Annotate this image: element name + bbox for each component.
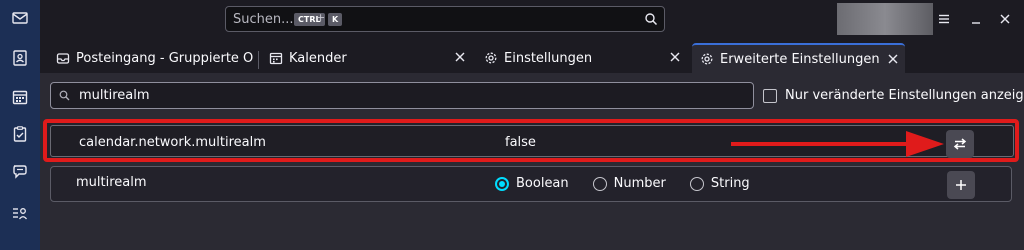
close-icon[interactable] (669, 51, 681, 63)
inbox-icon (56, 53, 70, 64)
plus-icon (956, 180, 966, 190)
mail-icon[interactable] (8, 6, 32, 30)
close-icon[interactable] (454, 51, 466, 63)
radio-button[interactable] (592, 176, 607, 191)
tasks-icon[interactable] (8, 122, 32, 146)
radio-string[interactable]: String (689, 176, 750, 191)
highlight-box: calendar.network.multirealm false (43, 119, 1019, 162)
gear-icon (701, 53, 713, 65)
annotation-arrow (731, 131, 944, 157)
tab-calendar[interactable]: Kalender (261, 43, 472, 73)
tab-label: Einstellungen (504, 50, 593, 66)
space-settings-icon[interactable] (8, 201, 32, 225)
close-window-icon[interactable] (997, 11, 1013, 27)
pref-search-value: multirealm (79, 88, 150, 103)
config-editor: multirealm Nur veränderte Einstellungen … (40, 73, 1024, 250)
minimize-icon[interactable] (968, 11, 984, 27)
close-icon[interactable] (887, 53, 899, 65)
tab-label: Erweiterte Einstellungen (720, 51, 880, 67)
tab-label: Posteingang - Gruppierte Ordner (76, 50, 254, 66)
address-book-icon[interactable] (8, 46, 32, 70)
gear-icon (485, 52, 497, 64)
modified-only-checkbox[interactable] (763, 89, 777, 103)
calendar-icon (269, 52, 283, 65)
global-search-input[interactable]: Suchen... CTRL + K (225, 6, 665, 32)
modified-only-label: Nur veränderte Einstellungen anzeigen (785, 88, 1024, 103)
title-bar: Suchen... CTRL + K (40, 0, 1024, 40)
radio-label: String (710, 176, 750, 191)
radio-number[interactable]: Number (592, 176, 666, 191)
radio-button[interactable] (689, 176, 704, 191)
tab-inbox[interactable]: Posteingang - Gruppierte Ordner (48, 43, 254, 73)
pref-type-radio-group: Boolean Number String (495, 176, 774, 191)
tab-separator (258, 51, 259, 69)
radio-label: Boolean (516, 176, 569, 191)
radio-label: Number (613, 176, 666, 191)
search-placeholder: Suchen... (233, 12, 294, 27)
add-pref-button[interactable] (947, 171, 975, 199)
tab-advanced-settings[interactable]: Erweiterte Einstellungen (692, 43, 905, 73)
tab-label: Kalender (289, 50, 347, 66)
spaces-toolbar (0, 0, 40, 250)
shortcut-plus: + (316, 11, 326, 24)
tab-bar: Posteingang - Gruppierte Ordner Kalender… (40, 40, 1024, 73)
pref-name: calendar.network.multirealm (79, 135, 266, 150)
new-pref-name: multirealm (76, 175, 147, 190)
toggle-arrows-icon (953, 138, 967, 150)
radio-boolean[interactable]: Boolean (495, 176, 569, 191)
pref-row-new: multirealm Boolean Number String (50, 166, 1012, 202)
tab-settings[interactable]: Einstellungen (476, 43, 687, 73)
avatar (837, 3, 933, 35)
shortcut-k-badge: K (328, 13, 343, 26)
pref-row-existing: calendar.network.multirealm false (50, 125, 1014, 158)
toggle-button[interactable] (946, 130, 974, 158)
menu-icon[interactable] (936, 11, 952, 27)
pref-value: false (505, 135, 536, 150)
chat-icon[interactable] (8, 159, 32, 183)
pref-search-input[interactable]: multirealm (50, 82, 754, 109)
calendar-icon[interactable] (8, 85, 32, 109)
radio-button[interactable] (495, 176, 509, 191)
search-icon (59, 90, 70, 101)
search-icon (645, 13, 658, 26)
